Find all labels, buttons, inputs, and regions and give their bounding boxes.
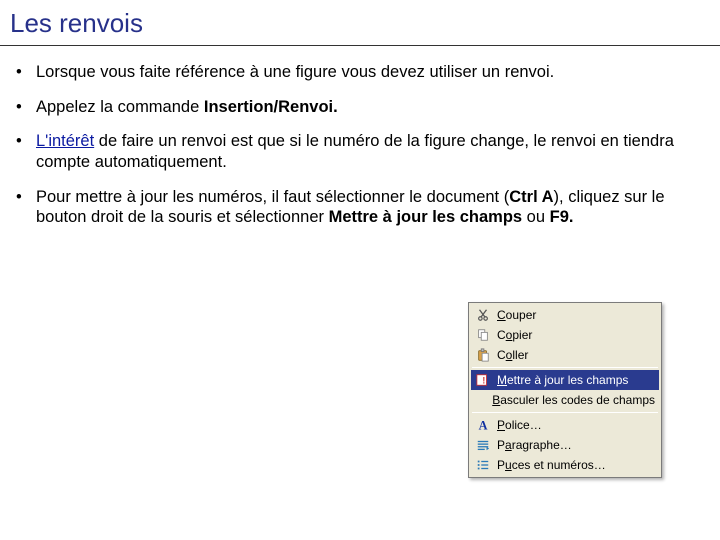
bullet-marker: • — [14, 131, 36, 172]
bullet-text: Appelez la commande Insertion/Renvoi. — [36, 97, 706, 118]
blank-icon — [473, 392, 488, 408]
menu-item-font[interactable]: A Police… — [471, 415, 659, 435]
scissors-icon — [473, 307, 493, 323]
menu-item-para[interactable]: Paragraphe… — [471, 435, 659, 455]
bullet-marker: • — [14, 62, 36, 83]
menu-item-toggle[interactable]: Basculer les codes de champs — [471, 390, 659, 410]
bullet-text: L'intérêt de faire un renvoi est que si … — [36, 131, 706, 172]
menu-separator — [472, 412, 658, 413]
paste-icon — [473, 347, 493, 363]
bullet-item: • Appelez la commande Insertion/Renvoi. — [14, 97, 706, 118]
menu-item-label: Couper — [497, 308, 655, 322]
menu-item-bnums[interactable]: Puces et numéros… — [471, 455, 659, 475]
menu-item-label: Mettre à jour les champs — [497, 373, 655, 387]
menu-separator — [472, 367, 658, 368]
bullet-item: • Pour mettre à jour les numéros, il fau… — [14, 187, 706, 228]
menu-item-label: Paragraphe… — [497, 438, 655, 452]
para-icon — [473, 437, 493, 453]
svg-text:!: ! — [482, 376, 485, 386]
slide-title: Les renvois — [0, 0, 720, 46]
menu-item-paste[interactable]: Coller — [471, 345, 659, 365]
bullet-text: Lorsque vous faite référence à une figur… — [36, 62, 706, 83]
menu-item-label: Puces et numéros… — [497, 458, 655, 472]
menu-item-label: Police… — [497, 418, 655, 432]
copy-icon — [473, 327, 493, 343]
font-icon: A — [473, 417, 493, 433]
menu-item-copy[interactable]: Copier — [471, 325, 659, 345]
slide-body: • Lorsque vous faite référence à une fig… — [0, 46, 720, 228]
bullet-item: • L'intérêt de faire un renvoi est que s… — [14, 131, 706, 172]
menu-item-label: Coller — [497, 348, 655, 362]
bullet-item: • Lorsque vous faite référence à une fig… — [14, 62, 706, 83]
update-icon: ! — [473, 372, 493, 388]
bullet-marker: • — [14, 187, 36, 228]
menu-item-update[interactable]: ! Mettre à jour les champs — [471, 370, 659, 390]
menu-item-label: Copier — [497, 328, 655, 342]
bullet-text: Pour mettre à jour les numéros, il faut … — [36, 187, 706, 228]
menu-item-label: Basculer les codes de champs — [492, 393, 655, 407]
bullet-marker: • — [14, 97, 36, 118]
list-icon — [473, 457, 493, 473]
svg-text:A: A — [479, 418, 488, 432]
menu-item-cut[interactable]: Couper — [471, 305, 659, 325]
context-menu[interactable]: Couper Copier Coller! Mettre à jour les cha… — [468, 302, 662, 478]
